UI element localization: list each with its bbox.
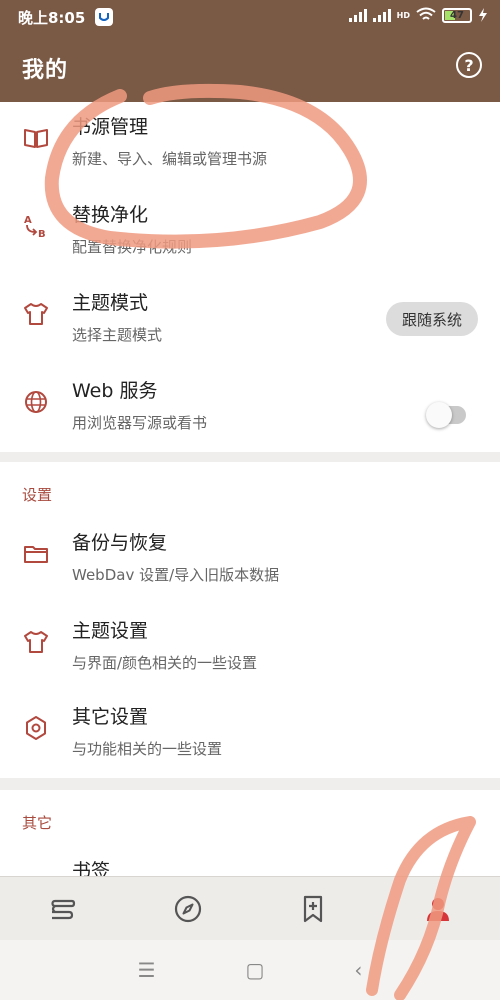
list-item-theme-mode[interactable]: 主题模式 选择主题模式 跟随系统	[0, 278, 500, 364]
replace-ab-icon: A B	[22, 212, 50, 240]
nav-bookmark[interactable]	[250, 894, 375, 924]
item-title: 主题设置	[72, 620, 149, 642]
nav-profile[interactable]	[375, 894, 500, 924]
book-icon	[22, 124, 50, 152]
bookshelf-icon	[50, 899, 75, 920]
item-title: Web 服务	[72, 380, 158, 402]
main-section: 书源管理 新建、导入、编辑或管理书源 A B 替换净化 配置替换净化规则 主题模…	[0, 102, 500, 452]
toggle-knob	[426, 402, 452, 428]
item-subtitle: 与界面/颜色相关的一些设置	[72, 654, 258, 672]
svg-text:B: B	[38, 229, 46, 240]
battery-level: 47	[450, 9, 464, 21]
list-item-theme-settings[interactable]: 主题设置 与界面/颜色相关的一些设置	[0, 606, 500, 692]
system-nav: ☰ ▢ ‹	[0, 940, 500, 1000]
back-icon[interactable]: ‹	[354, 958, 362, 982]
other-section: 其它 书签	[0, 790, 500, 880]
tshirt-icon	[22, 300, 50, 328]
item-title: 替换净化	[72, 204, 149, 226]
list-item-book-source[interactable]: 书源管理 新建、导入、编辑或管理书源	[0, 102, 500, 188]
item-title: 备份与恢复	[72, 532, 168, 554]
svg-text:A: A	[24, 215, 32, 226]
item-subtitle: WebDav 设置/导入旧版本数据	[72, 566, 280, 584]
section-label-settings: 设置	[22, 486, 53, 504]
compass-icon	[174, 895, 201, 923]
item-subtitle: 新建、导入、编辑或管理书源	[72, 150, 268, 168]
page-title: 我的	[22, 58, 69, 83]
signal-icon	[348, 8, 367, 22]
item-subtitle: 与功能相关的一些设置	[72, 740, 223, 758]
network-label: HD	[396, 10, 410, 20]
status-time: 晚上8:05	[18, 8, 86, 27]
item-subtitle: 选择主题模式	[72, 326, 163, 344]
nav-bookshelf[interactable]	[0, 894, 125, 924]
item-title: 其它设置	[72, 706, 149, 728]
list-item-bookmark[interactable]: 书签	[0, 846, 500, 876]
status-bar: 晚上8:05 HD 47	[0, 0, 500, 34]
bookmark-add-icon	[303, 895, 322, 923]
bottom-nav	[0, 876, 500, 941]
home-icon[interactable]: ▢	[246, 958, 265, 982]
list-item-backup[interactable]: 备份与恢复 WebDav 设置/导入旧版本数据	[0, 518, 500, 604]
person-icon	[426, 898, 449, 921]
list-item-replace[interactable]: A B 替换净化 配置替换净化规则	[0, 190, 500, 276]
settings-section: 设置 备份与恢复 WebDav 设置/导入旧版本数据 主题设置 与界面/颜色相关…	[0, 462, 500, 778]
tshirt-icon	[22, 628, 50, 656]
item-subtitle: 用浏览器写源或看书	[72, 414, 208, 432]
app-bar: 我的 ?	[0, 34, 500, 102]
wifi-icon	[416, 7, 436, 20]
signal-hd-icon	[372, 8, 391, 22]
charging-icon	[479, 8, 487, 22]
item-title: 主题模式	[72, 292, 149, 314]
globe-icon	[22, 388, 50, 416]
theme-mode-button[interactable]: 跟随系统	[385, 302, 478, 336]
list-item-web-service[interactable]: Web 服务 用浏览器写源或看书	[0, 366, 500, 452]
web-service-toggle[interactable]	[426, 402, 466, 428]
item-title: 书源管理	[72, 116, 149, 138]
folder-icon	[22, 540, 50, 568]
item-title: 书签	[72, 860, 111, 876]
list-item-other-settings[interactable]: 其它设置 与功能相关的一些设置	[0, 692, 500, 778]
nav-discover[interactable]	[125, 894, 250, 924]
notification-icon	[95, 8, 114, 26]
gear-hexagon-icon	[22, 714, 50, 742]
battery-icon: 47	[442, 7, 472, 23]
menu-icon[interactable]: ☰	[138, 958, 156, 982]
section-label-other: 其它	[22, 814, 53, 832]
item-subtitle: 配置替换净化规则	[72, 238, 193, 256]
help-icon[interactable]: ?	[456, 52, 482, 78]
